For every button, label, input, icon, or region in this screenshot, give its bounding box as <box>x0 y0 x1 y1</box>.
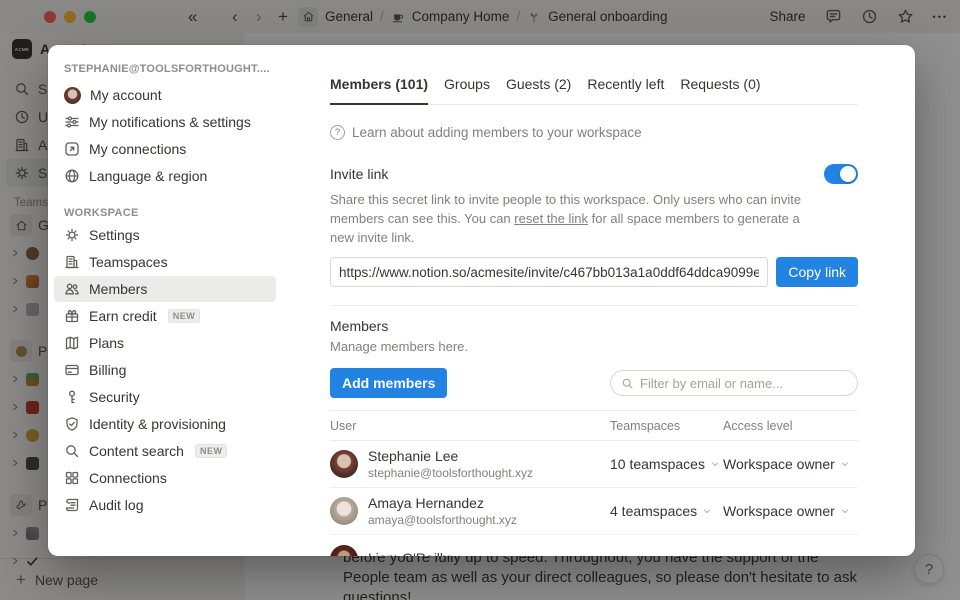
tab-groups[interactable]: Groups <box>444 75 490 104</box>
arrow-out-box-icon <box>64 141 80 157</box>
settings-sidebar: STEPHANIE@TOOLSFORTHOUGHT.... My account… <box>48 45 300 556</box>
map-icon <box>64 335 80 351</box>
table-row[interactable]: Stephanie Lee stephanie@toolsforthought.… <box>330 441 858 488</box>
teamspaces-dropdown[interactable]: 4 teamspaces <box>610 503 723 519</box>
settings-item-connections[interactable]: My connections <box>54 136 276 162</box>
credit-card-icon <box>64 362 80 378</box>
section-divider <box>330 305 858 306</box>
teamspaces-dropdown[interactable]: 10 teamspaces <box>610 456 723 472</box>
invite-link-toggle[interactable] <box>824 164 858 184</box>
avatar <box>330 497 358 525</box>
tab-guests[interactable]: Guests (2) <box>506 75 571 104</box>
settings-item-settings[interactable]: Settings <box>54 222 276 248</box>
learn-link[interactable]: ? Learn about adding members to your wor… <box>330 125 858 140</box>
tab-members[interactable]: Members (101) <box>330 75 428 105</box>
settings-item-language[interactable]: Language & region <box>54 163 276 189</box>
members-section-subtitle: Manage members here. <box>330 339 858 354</box>
settings-item-plans[interactable]: Plans <box>54 330 276 356</box>
question-circle-icon: ? <box>330 125 345 140</box>
settings-item-security[interactable]: Security <box>54 384 276 410</box>
settings-item-teamspaces[interactable]: Teamspaces <box>54 249 276 275</box>
settings-item-billing[interactable]: Billing <box>54 357 276 383</box>
avatar <box>64 87 81 104</box>
chevron-down-icon <box>702 506 712 516</box>
invite-url-input[interactable] <box>330 257 768 287</box>
settings-item-audit-log[interactable]: Audit log <box>54 492 276 518</box>
add-members-button[interactable]: Add members <box>330 368 447 398</box>
shield-check-icon <box>64 416 80 432</box>
chevron-down-icon <box>710 459 720 469</box>
members-panel: Members (101) Groups Guests (2) Recently… <box>300 45 915 556</box>
account-email-header: STEPHANIE@TOOLSFORTHOUGHT.... <box>48 59 300 81</box>
reset-link[interactable]: reset the link <box>514 211 588 226</box>
workspace-section-header: WORKSPACE <box>64 207 284 219</box>
invite-link-title: Invite link <box>330 166 388 182</box>
settings-item-notifications[interactable]: My notifications & settings <box>54 109 276 135</box>
members-section-title: Members <box>330 318 858 334</box>
invite-link-description: Share this secret link to invite people … <box>330 190 804 247</box>
search-icon <box>64 443 80 459</box>
grid-icon <box>64 470 80 486</box>
chevron-down-icon <box>840 506 850 516</box>
table-row[interactable]: Liam O'Reilly <box>330 535 858 556</box>
members-icon <box>64 281 80 297</box>
settings-item-connections-ws[interactable]: Connections <box>54 465 276 491</box>
gear-icon <box>64 227 80 243</box>
access-level-dropdown[interactable]: Workspace owner <box>723 503 858 519</box>
toggle-knob <box>840 166 856 182</box>
avatar <box>330 450 358 478</box>
tab-recently-left[interactable]: Recently left <box>587 75 664 104</box>
new-badge: NEW <box>168 309 201 323</box>
sliders-icon <box>64 114 80 130</box>
table-row[interactable]: Amaya Hernandez amaya@toolsforthought.xy… <box>330 488 858 535</box>
building-icon <box>64 254 80 270</box>
globe-icon <box>64 168 80 184</box>
settings-modal: STEPHANIE@TOOLSFORTHOUGHT.... My account… <box>48 45 915 556</box>
copy-link-button[interactable]: Copy link <box>776 257 858 287</box>
settings-item-content-search[interactable]: Content search NEW <box>54 438 276 464</box>
chevron-down-icon <box>840 459 850 469</box>
members-tabs: Members (101) Groups Guests (2) Recently… <box>330 75 858 105</box>
gift-icon <box>64 308 80 324</box>
tab-requests[interactable]: Requests (0) <box>680 75 760 104</box>
search-icon <box>621 377 634 390</box>
avatar <box>330 545 358 557</box>
filter-field[interactable] <box>610 370 858 396</box>
filter-input[interactable] <box>640 376 847 391</box>
members-table-header: User Teamspaces Access level <box>330 410 858 441</box>
settings-item-members[interactable]: Members <box>54 276 276 302</box>
settings-item-earn-credit[interactable]: Earn credit NEW <box>54 303 276 329</box>
key-icon <box>64 389 80 405</box>
settings-item-identity[interactable]: Identity & provisioning <box>54 411 276 437</box>
access-level-dropdown[interactable]: Workspace owner <box>723 456 858 472</box>
settings-item-my-account[interactable]: My account <box>54 82 276 108</box>
scroll-icon <box>64 497 80 513</box>
new-badge: NEW <box>195 444 228 458</box>
